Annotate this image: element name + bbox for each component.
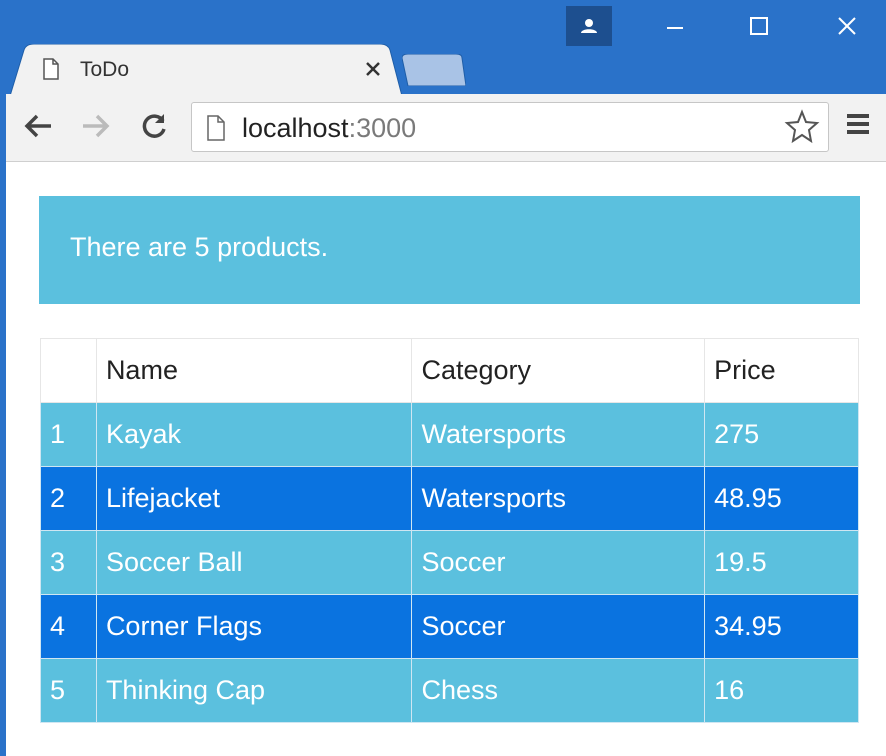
- products-table: Name Category Price 1 Kayak Watersports …: [40, 338, 859, 723]
- browser-toolbar: localhost:3000: [6, 94, 886, 162]
- row-index: 1: [40, 402, 97, 467]
- tab-title: ToDo: [80, 58, 130, 81]
- document-icon: [43, 58, 59, 80]
- row-index: 3: [40, 530, 97, 595]
- forward-button[interactable]: [76, 106, 116, 146]
- header-name: Name: [95, 338, 413, 403]
- product-count-text: There are 5 products.: [70, 232, 329, 262]
- reload-button[interactable]: [134, 106, 174, 146]
- product-category: Chess: [411, 658, 706, 723]
- table-row: 1 Kayak Watersports 275: [40, 402, 859, 467]
- row-index: 4: [40, 594, 97, 659]
- table-row: 3 Soccer Ball Soccer 19.5: [40, 530, 859, 595]
- row-index: 5: [40, 658, 97, 723]
- url-text: localhost:3000: [242, 113, 416, 144]
- product-category: Soccer: [411, 530, 706, 595]
- maximize-button[interactable]: [734, 8, 784, 44]
- reload-icon: [142, 114, 166, 138]
- minimize-icon: [667, 27, 683, 29]
- url-port: :3000: [348, 113, 417, 143]
- product-price: 275: [704, 402, 859, 467]
- header-index: [40, 338, 97, 403]
- product-category: Watersports: [411, 402, 706, 467]
- product-category: Watersports: [411, 466, 706, 531]
- product-price: 16: [704, 658, 859, 723]
- table-header-row: Name Category Price: [40, 338, 859, 403]
- product-category: Soccer: [411, 594, 706, 659]
- arrow-right-icon: [83, 114, 110, 138]
- close-window-button[interactable]: [822, 8, 872, 44]
- url-host: localhost: [242, 113, 349, 143]
- window-frame-edge: [0, 94, 6, 756]
- tab-close-button[interactable]: [360, 54, 386, 84]
- table-row: 4 Corner Flags Soccer 34.95: [40, 594, 859, 659]
- person-icon: [581, 19, 597, 33]
- product-price: 34.95: [704, 594, 859, 659]
- product-name: Soccer Ball: [95, 530, 413, 595]
- browser-tab-active[interactable]: ToDo: [10, 44, 402, 96]
- minimize-button[interactable]: [650, 8, 700, 44]
- back-button[interactable]: [18, 106, 58, 146]
- product-name: Kayak: [95, 402, 413, 467]
- menu-bar: [847, 122, 869, 126]
- arrow-left-icon: [24, 114, 51, 138]
- profile-button[interactable]: [566, 6, 612, 46]
- row-index: 2: [40, 466, 97, 531]
- close-icon: [366, 62, 380, 76]
- browser-menu-button[interactable]: [840, 110, 876, 146]
- table-row: 5 Thinking Cap Chess 16: [40, 658, 859, 723]
- table-row: 2 Lifejacket Watersports 48.95: [40, 466, 859, 531]
- product-price: 48.95: [704, 466, 859, 531]
- address-bar[interactable]: localhost:3000: [191, 102, 829, 152]
- header-price: Price: [704, 338, 859, 403]
- product-name: Lifejacket: [95, 466, 413, 531]
- product-count-alert: There are 5 products.: [39, 196, 860, 304]
- product-price: 19.5: [704, 530, 859, 595]
- header-category: Category: [411, 338, 706, 403]
- new-tab-button[interactable]: [402, 54, 466, 86]
- bookmark-star-icon[interactable]: [784, 109, 820, 145]
- product-name: Thinking Cap: [95, 658, 413, 723]
- maximize-icon: [750, 17, 768, 35]
- page-info-icon: [207, 115, 225, 141]
- menu-bar: [847, 114, 869, 118]
- tab-shape: [10, 44, 402, 96]
- close-icon: [838, 17, 856, 35]
- menu-bar: [847, 130, 869, 134]
- product-name: Corner Flags: [95, 594, 413, 659]
